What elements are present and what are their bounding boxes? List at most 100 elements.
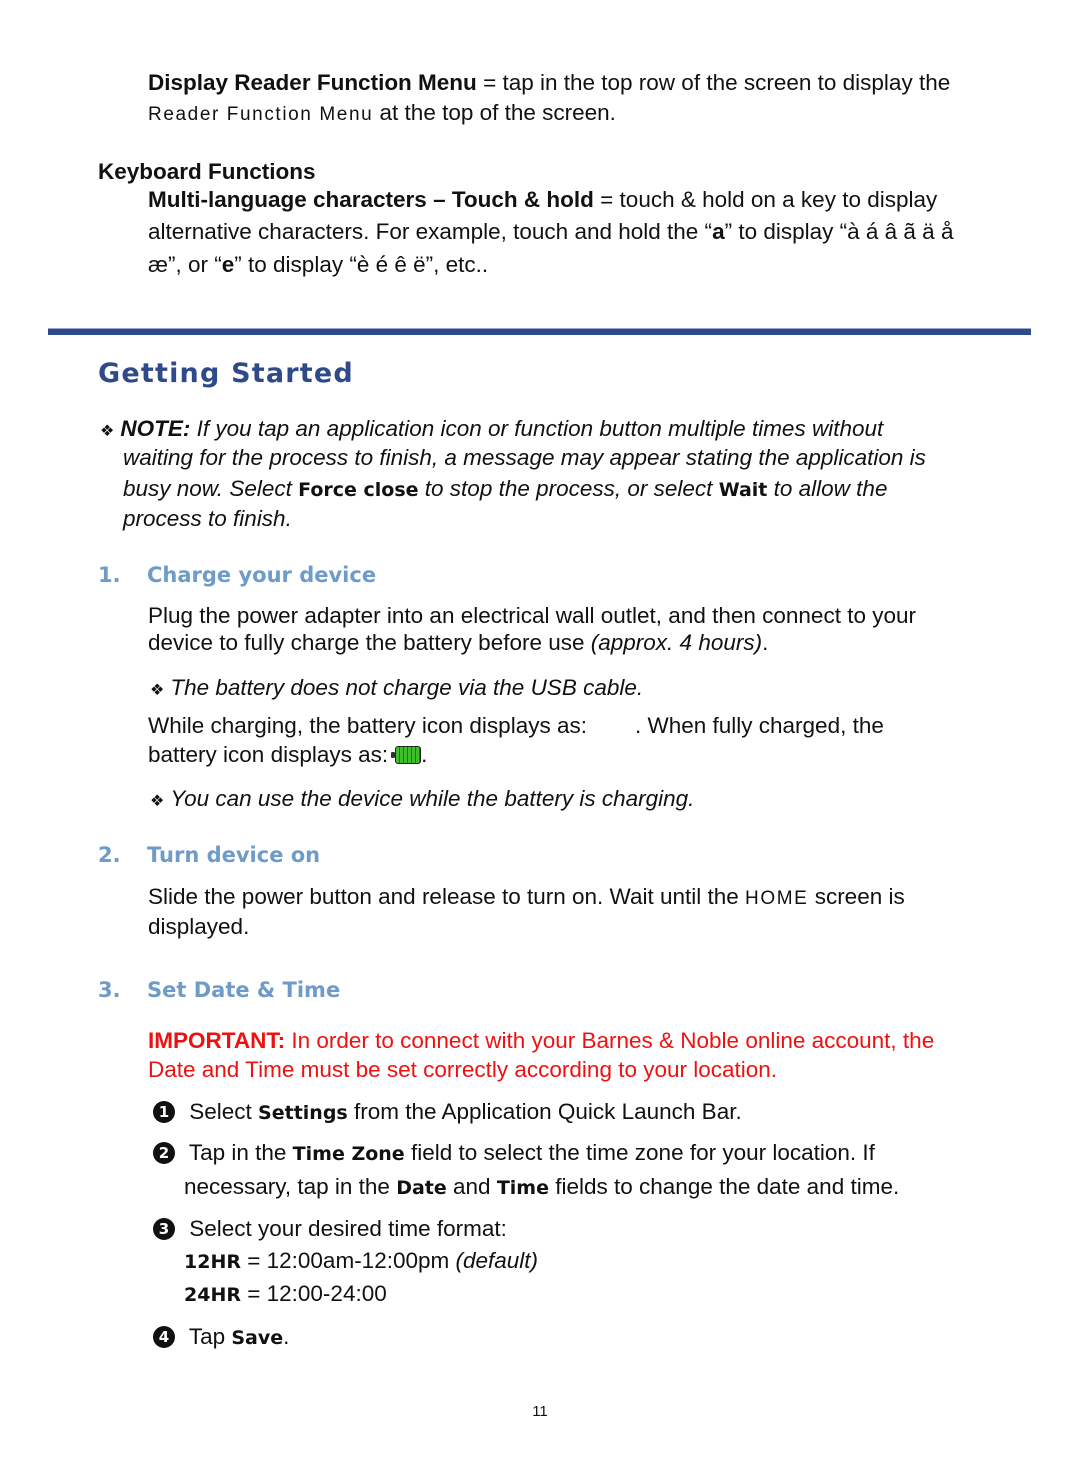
charging-line2: battery icon displays as:. <box>148 740 427 770</box>
keyboard-text: ” to display “à á â ã ä å <box>724 219 954 244</box>
charging-text: . When fully charged, the <box>634 713 884 738</box>
step-number: 3. <box>98 978 121 1002</box>
note-line4: process to finish. <box>123 506 292 531</box>
circled-number-1-icon: 1 <box>153 1101 175 1123</box>
save-label: Save <box>231 1327 284 1349</box>
circled-number-3-icon: 3 <box>153 1218 175 1240</box>
substep-4: 4 Tap Save. <box>153 1322 289 1353</box>
step-number: 1. <box>98 563 121 587</box>
step-1-text: device to fully charge the battery befor… <box>148 630 591 655</box>
step-2-text: Slide the power button and release to tu… <box>148 884 746 909</box>
step-1-tip-1: ❖ The battery does not charge via the USB… <box>150 673 643 706</box>
substep-text: field to select the time zone for your l… <box>404 1140 875 1165</box>
date-label: Date <box>396 1177 447 1199</box>
important-text: In order to connect with your Barnes & N… <box>285 1028 935 1053</box>
section-divider <box>48 328 1031 335</box>
tip-text: The battery does not charge via the USB … <box>170 675 644 700</box>
charging-text: While charging, the battery icon display… <box>148 713 587 738</box>
substep-text: Select your desired time format: <box>183 1216 507 1241</box>
charging-text: battery icon displays as: <box>148 742 389 767</box>
section-title: Getting Started <box>98 358 354 389</box>
step-2-heading: 2. Turn device on <box>98 843 320 867</box>
keyboard-line1: Multi-language characters – Touch & hold… <box>148 185 937 215</box>
page-number: 11 <box>532 1403 548 1420</box>
note-line2: waiting for the process to finish, a mes… <box>123 445 926 470</box>
format-12hr-label: 12HR <box>184 1251 241 1273</box>
note-text: to allow the <box>767 476 888 501</box>
step-2-line2: displayed. <box>148 914 250 939</box>
battery-cells <box>395 746 422 764</box>
substep-text: from the Application Quick Launch Bar. <box>347 1099 742 1124</box>
step-3-heading: 3. Set Date & Time <box>98 978 340 1002</box>
keyboard-text: ” to display “è é ê ë”, etc.. <box>234 252 489 277</box>
keyboard-text: æ”, or “ <box>148 252 222 277</box>
diamond-bullet-icon: ❖ <box>100 423 115 440</box>
step-title: Set Date & Time <box>147 978 341 1002</box>
substep-2-line2: necessary, tap in the Date and Time fiel… <box>184 1172 899 1203</box>
substep-text: and <box>446 1174 497 1199</box>
step-1-text: . <box>762 630 769 655</box>
reader-menu-desc: = tap in the top row of the screen to di… <box>476 70 951 95</box>
charge-duration: (approx. 4 hours) <box>590 630 763 655</box>
note-label: NOTE: <box>120 416 191 441</box>
key-a: a <box>712 219 725 244</box>
step-2-line1: Slide the power button and release to tu… <box>148 882 905 914</box>
key-e: e <box>221 252 235 277</box>
substep-text: necessary, tap in the <box>184 1174 397 1199</box>
keyboard-text: alternative characters. For example, tou… <box>148 219 713 244</box>
note-text: busy now. Select <box>123 476 299 501</box>
keyboard-functions-heading: Keyboard Functions <box>98 159 316 184</box>
step-title: Charge your device <box>147 563 377 587</box>
format-24hr-label: 24HR <box>184 1284 241 1306</box>
diamond-bullet-icon: ❖ <box>150 793 165 810</box>
step-title: Turn device on <box>147 843 321 867</box>
charging-line1: While charging, the battery icon display… <box>148 711 884 741</box>
battery-full-icon <box>391 746 422 764</box>
wait-label: Wait <box>718 479 768 501</box>
format-12hr-value: = 12:00am-12:00pm <box>240 1248 456 1273</box>
important-label: IMPORTANT: <box>148 1028 286 1053</box>
format-24hr: 24HR = 12:00-24:00 <box>184 1279 387 1310</box>
step-1-para-line2: device to fully charge the battery befor… <box>148 628 768 658</box>
reader-menu-name: Reader Function Menu <box>148 104 374 125</box>
settings-label: Settings <box>258 1102 348 1124</box>
step-1-para-line1: Plug the power adapter into an electrica… <box>148 603 916 628</box>
charging-text: . <box>421 742 428 767</box>
substep-text: Tap in the <box>183 1140 293 1165</box>
substep-2-line1: 2 Tap in the Time Zone field to select t… <box>153 1138 875 1169</box>
keyboard-line3: æ”, or “e” to display “è é ê ë”, etc.. <box>148 250 488 280</box>
time-zone-label: Time Zone <box>292 1143 405 1165</box>
step-1-heading: 1. Charge your device <box>98 563 376 587</box>
reader-menu-term: Display Reader Function Menu <box>148 70 477 95</box>
circled-number-2-icon: 2 <box>153 1142 175 1164</box>
important-line2: Date and Time must be set correctly acco… <box>148 1057 778 1082</box>
important-line1: IMPORTANT: In order to connect with your… <box>148 1026 934 1056</box>
step-1-tip-2: ❖ You can use the device while the batter… <box>150 784 694 817</box>
reader-menu-line2: Reader Function Menu at the top of the s… <box>148 98 616 130</box>
diamond-bullet-icon: ❖ <box>150 682 165 699</box>
keyboard-line2: alternative characters. For example, tou… <box>148 217 953 247</box>
substep-text: Tap <box>183 1324 232 1349</box>
format-12hr: 12HR = 12:00am-12:00pm (default) <box>184 1246 538 1277</box>
time-label: Time <box>496 1177 549 1199</box>
substep-text: Select <box>183 1099 259 1124</box>
substep-text: . <box>283 1324 290 1349</box>
step-2-text: screen is <box>808 884 905 909</box>
multilang-desc: = touch & hold on a key to display <box>593 187 938 212</box>
reader-menu-desc-2: at the top of the screen. <box>373 100 616 125</box>
format-24hr-value: = 12:00-24:00 <box>240 1281 387 1306</box>
note-text: If you tap an application icon or functi… <box>190 416 884 441</box>
note-text: to stop the process, or select <box>418 476 719 501</box>
circled-number-4-icon: 4 <box>153 1326 175 1348</box>
multilang-term: Multi-language characters – Touch & hold <box>148 187 594 212</box>
substep-1: 1 Select Settings from the Application Q… <box>153 1097 742 1128</box>
substep-text: fields to change the date and time. <box>548 1174 900 1199</box>
note-line3: busy now. Select Force close to stop the… <box>123 474 887 505</box>
force-close-label: Force close <box>298 479 419 501</box>
reader-menu-line1: Display Reader Function Menu = tap in th… <box>148 68 950 98</box>
default-note: (default) <box>455 1248 539 1273</box>
substep-3: 3 Select your desired time format: <box>153 1214 507 1244</box>
home-screen-label: HOME <box>745 888 809 909</box>
step-number: 2. <box>98 843 121 867</box>
tip-text: You can use the device while the battery… <box>170 786 695 811</box>
